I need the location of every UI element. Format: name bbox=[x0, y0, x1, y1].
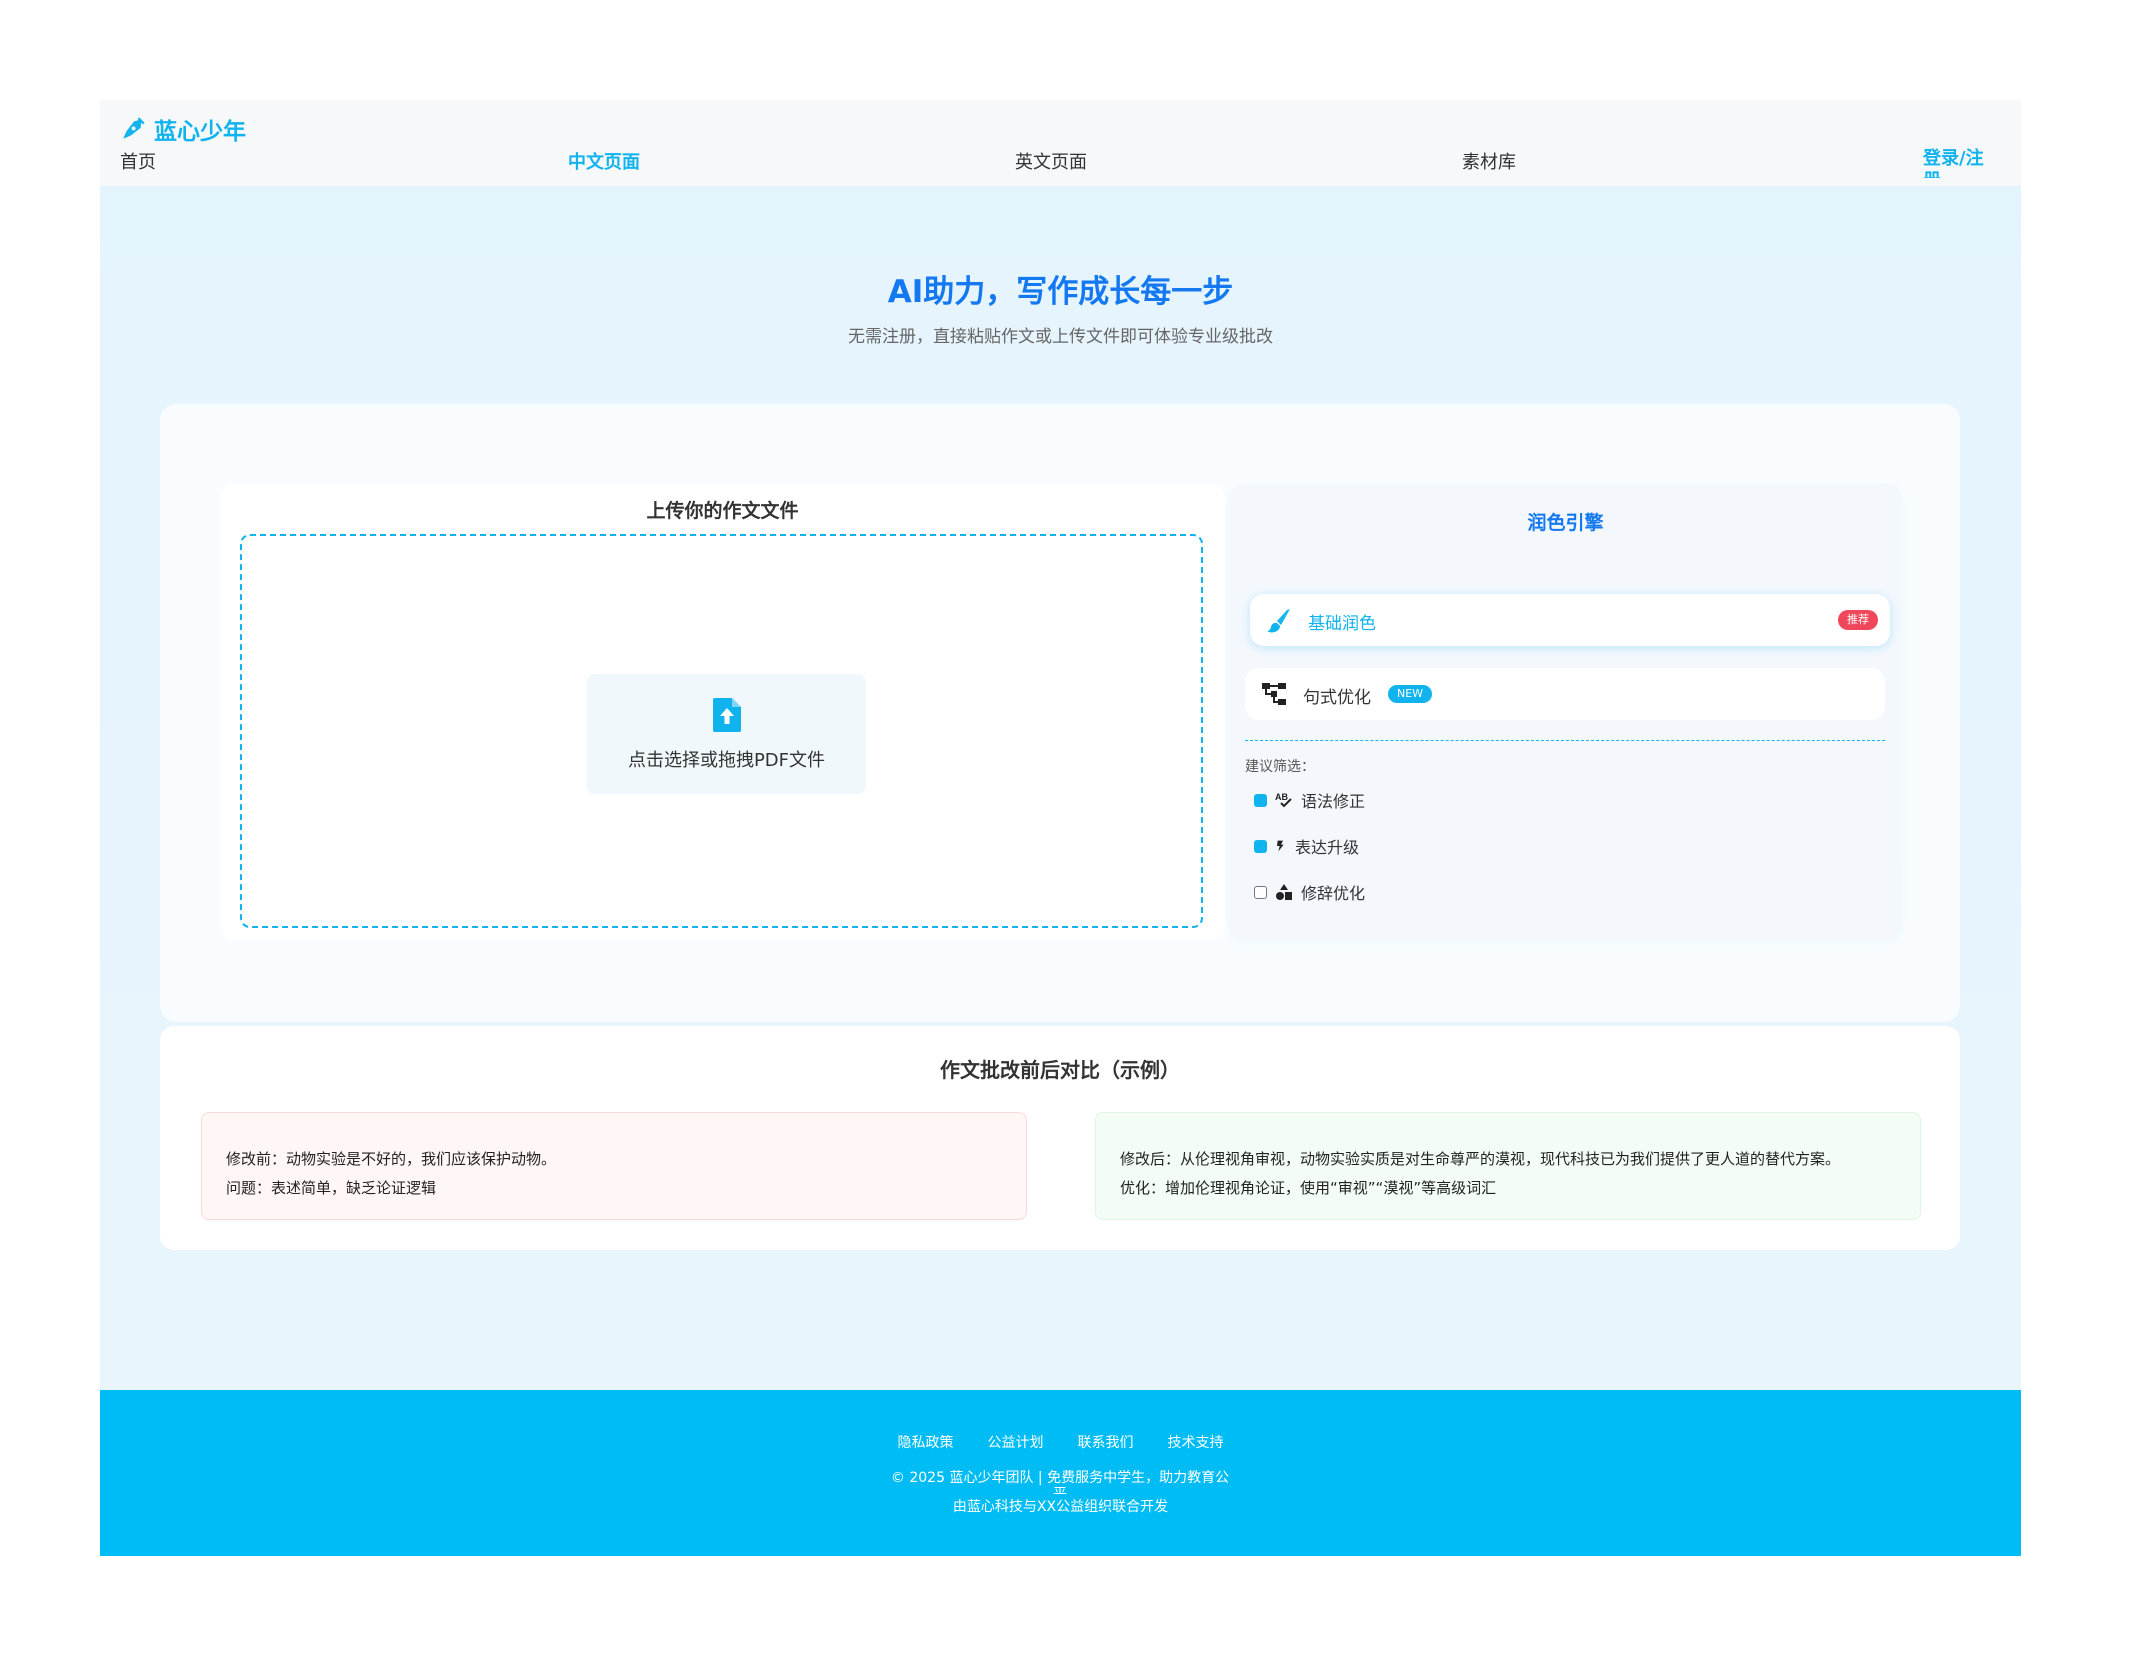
grammar-label: 语法修正 bbox=[1301, 792, 1366, 811]
option-sentence-optimize-label: 句式优化 bbox=[1303, 688, 1371, 708]
footer-developer: 由蓝心科技与XX公益组织联合开发 bbox=[952, 1499, 1169, 1515]
file-dropzone[interactable]: 点击选择或拖拽PDF文件 bbox=[240, 534, 1203, 928]
option-basic-polish-label: 基础润色 bbox=[1308, 614, 1376, 634]
engine-title: 润色引擎 bbox=[1527, 512, 1604, 534]
after-example: 修改后：从伦理视角审视，动物实验实质是对生命尊严的漠视，现代科技已为我们提供了更… bbox=[1095, 1112, 1921, 1220]
select-file-button[interactable]: 点击选择或拖拽PDF文件 bbox=[587, 674, 866, 794]
rhetoric-label: 修辞优化 bbox=[1301, 884, 1366, 903]
dashed-divider bbox=[1245, 740, 1885, 741]
hero-subtitle: 无需注册，直接粘贴作文或上传文件即可体验专业级批改 bbox=[848, 327, 1273, 347]
brand-logo[interactable]: 蓝心少年 bbox=[120, 112, 246, 146]
sitemap-icon bbox=[1262, 683, 1286, 705]
rhetoric-checkbox[interactable] bbox=[1254, 885, 1267, 899]
after-text: 修改后：从伦理视角审视，动物实验实质是对生命尊严的漠视，现代科技已为我们提供了更… bbox=[1120, 1150, 1841, 1168]
nav-material-library[interactable]: 素材库 bbox=[1462, 148, 1516, 174]
before-example: 修改前：动物实验是不好的，我们应该保护动物。 问题：表述简单，缺乏论证逻辑 bbox=[201, 1112, 1027, 1220]
nav-login-register[interactable]: 登录/注册 bbox=[1923, 148, 1989, 178]
grammar-checkbox[interactable] bbox=[1254, 793, 1267, 807]
upload-title: 上传你的作文文件 bbox=[646, 500, 799, 522]
filter-rhetoric[interactable]: 修辞优化 bbox=[1254, 880, 1365, 904]
footer-links: 隐私政策 公益计划 联系我们 技术支持 bbox=[100, 1432, 2021, 1452]
nav-home[interactable]: 首页 bbox=[120, 148, 156, 174]
before-text: 修改前：动物实验是不好的，我们应该保护动物。 bbox=[226, 1150, 557, 1168]
pen-nib-icon bbox=[123, 117, 145, 139]
hero-title: AI助力，写作成长每一步 bbox=[887, 274, 1234, 310]
upload-card: 上传你的作文文件 点击选择或拖拽PDF文件 bbox=[220, 484, 1225, 940]
select-file-label: 点击选择或拖拽PDF文件 bbox=[627, 750, 826, 771]
after-improvement: 优化：增加伦理视角论证，使用“审视”“漠视”等高级词汇 bbox=[1120, 1179, 1497, 1197]
option-basic-polish[interactable]: 基础润色 推荐 bbox=[1250, 594, 1890, 646]
expression-label: 表达升级 bbox=[1295, 838, 1360, 857]
bolt-icon bbox=[1277, 840, 1284, 852]
filter-grammar[interactable]: AB 语法修正 bbox=[1254, 788, 1365, 812]
brand-name: 蓝心少年 bbox=[154, 119, 246, 145]
footer-link-charity[interactable]: 公益计划 bbox=[988, 1432, 1044, 1452]
before-issue: 问题：表述简单，缺乏论证逻辑 bbox=[226, 1179, 437, 1197]
brush-icon bbox=[1267, 609, 1290, 633]
nav-english-page[interactable]: 英文页面 bbox=[1015, 148, 1087, 174]
spell-check-icon: AB bbox=[1275, 792, 1292, 808]
nav-chinese-page[interactable]: 中文页面 bbox=[568, 148, 640, 174]
option-sentence-optimize[interactable]: 句式优化 NEW bbox=[1245, 668, 1885, 720]
footer-link-privacy[interactable]: 隐私政策 bbox=[898, 1432, 954, 1452]
top-navbar: 蓝心少年 首页 中文页面 英文页面 素材库 登录/注册 bbox=[100, 100, 2021, 186]
new-badge: NEW bbox=[1388, 685, 1432, 703]
comparison-title: 作文批改前后对比（示例） bbox=[940, 1058, 1180, 1082]
comparison-section: 作文批改前后对比（示例） 修改前：动物实验是不好的，我们应该保护动物。 问题：表… bbox=[160, 1026, 1960, 1250]
filter-label: 建议筛选： bbox=[1245, 759, 1315, 775]
app-frame: 蓝心少年 首页 中文页面 英文页面 素材库 登录/注册 AI助力，写作成长每一步… bbox=[100, 100, 2021, 1556]
footer-copyright: © 2025 蓝心少年团队 | 免费服务中学生，助力教育公平 bbox=[890, 1470, 1230, 1494]
shapes-icon bbox=[1276, 884, 1292, 900]
file-upload-icon bbox=[713, 698, 741, 732]
polish-engine-card: 润色引擎 基础润色 推荐 句式优化 NEW 建议筛选： AB 语法修正 表达升级… bbox=[1230, 484, 1901, 940]
expression-checkbox[interactable] bbox=[1254, 839, 1267, 853]
footer-link-contact[interactable]: 联系我们 bbox=[1078, 1432, 1134, 1452]
filter-expression[interactable]: 表达升级 bbox=[1254, 834, 1359, 858]
footer-link-support[interactable]: 技术支持 bbox=[1168, 1432, 1224, 1452]
svg-text:AB: AB bbox=[1275, 792, 1288, 802]
recommended-badge: 推荐 bbox=[1838, 610, 1878, 630]
main-panel: 上传你的作文文件 点击选择或拖拽PDF文件 润色引擎 基础润色 推荐 句式优化 … bbox=[160, 404, 1960, 1022]
footer: 隐私政策 公益计划 联系我们 技术支持 © 2025 蓝心少年团队 | 免费服务… bbox=[100, 1390, 2021, 1556]
